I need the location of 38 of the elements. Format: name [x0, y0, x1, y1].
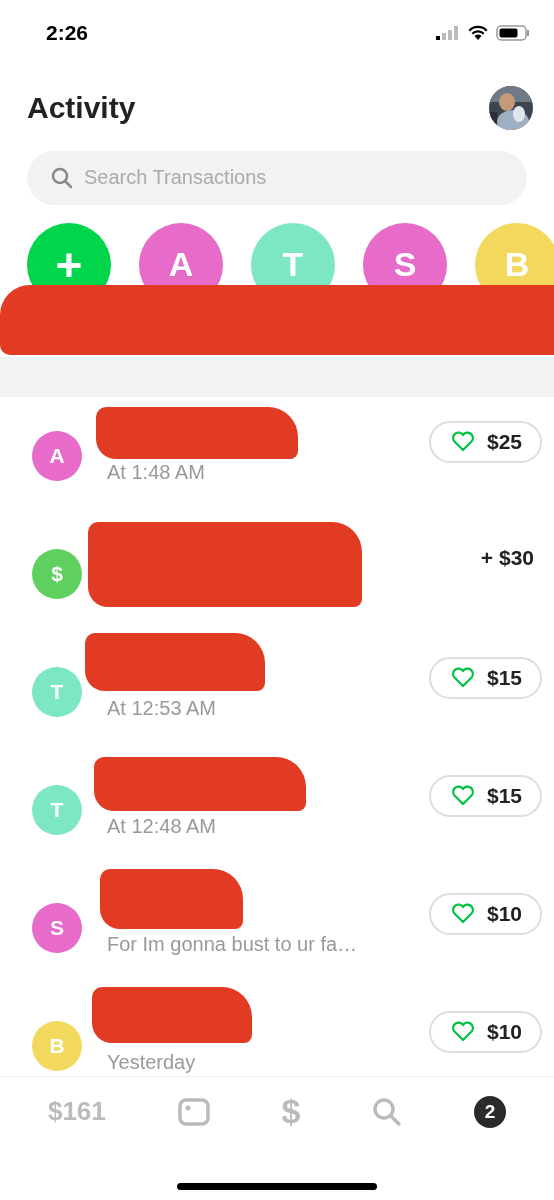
transaction-row[interactable]: B Yesterday $10 [0, 987, 554, 1076]
search-icon[interactable] [372, 1096, 403, 1127]
search-field[interactable]: Search Transactions [27, 151, 527, 205]
transaction-subtitle: At 12:53 AM [107, 697, 217, 720]
transaction-row[interactable]: S For Im gonna bust to ur fa… $10 [0, 869, 554, 987]
transaction-subtitle: For Im gonna bust to ur fa… [107, 933, 359, 956]
status-time: 2:26 [46, 20, 89, 45]
transaction-row[interactable]: $ + $30 [0, 515, 554, 633]
card-icon[interactable] [177, 1097, 210, 1126]
contact-avatar: $ [32, 549, 82, 599]
transaction-amount: + $30 [480, 546, 535, 570]
contact-avatar: A [32, 431, 82, 481]
activity-tab[interactable]: 2 [474, 1095, 507, 1128]
wifi-icon [468, 25, 488, 41]
page-title: Activity [27, 91, 136, 126]
like-button[interactable]: $15 [428, 775, 542, 817]
contact-avatar: T [32, 785, 82, 835]
transaction-row[interactable]: A At 1:48 AM $25 [0, 397, 554, 515]
battery-icon [496, 24, 530, 41]
like-button[interactable]: $10 [428, 893, 542, 935]
transaction-row[interactable]: T At 12:53 AM $15 [0, 633, 554, 751]
heart-icon [450, 785, 475, 807]
like-button[interactable]: $10 [428, 1011, 542, 1053]
search-icon [51, 167, 73, 189]
heart-icon [450, 667, 475, 689]
transaction-subtitle: At 1:48 AM [107, 461, 206, 484]
heart-icon [450, 431, 475, 453]
like-button[interactable]: $25 [428, 421, 542, 463]
heart-icon [450, 903, 475, 925]
heart-icon [450, 1021, 475, 1043]
transaction-subtitle: At 12:48 AM [107, 815, 217, 838]
contact-avatar: S [32, 903, 82, 953]
contact-avatar: B [32, 1021, 82, 1071]
transaction-subtitle: Yesterday [107, 1051, 197, 1074]
like-button[interactable]: $15 [428, 657, 542, 699]
transaction-row[interactable]: T At 12:48 AM $15 [0, 751, 554, 869]
signal-icon [436, 25, 460, 40]
contact-avatar: T [32, 667, 82, 717]
